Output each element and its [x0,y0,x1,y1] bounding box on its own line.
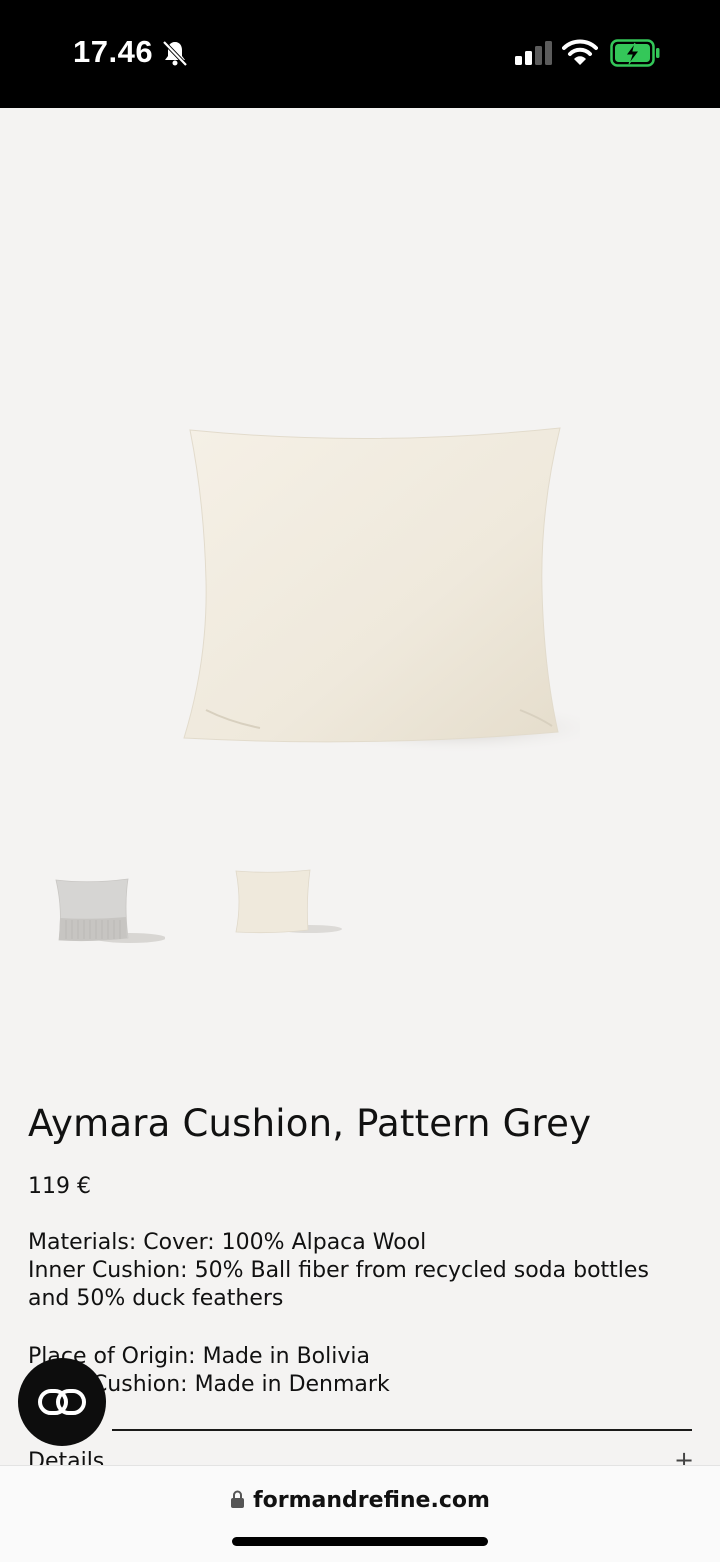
link-icon [38,1389,86,1415]
browser-address-bar[interactable]: formandrefine.com [0,1465,720,1562]
status-time: 17.46 [73,34,154,69]
section-divider [112,1429,692,1431]
product-price: 119 € [28,1174,91,1199]
url-text: formandrefine.com [253,1488,490,1513]
bell-muted-icon [162,40,188,67]
thumbnail-cream[interactable] [228,862,343,942]
product-title: Aymara Cushion, Pattern Grey [28,1102,592,1145]
materials-line: Inner Cushion: 50% Ball fiber from recyc… [28,1258,649,1283]
materials-line: Materials: Cover: 100% Alpaca Wool [28,1230,427,1255]
status-bar: 17.46 [0,0,720,108]
floating-link-button[interactable] [18,1358,106,1446]
materials-line: and 50% duck feathers [28,1286,284,1311]
lock-icon [231,1490,245,1508]
url-display[interactable]: formandrefine.com [0,1488,720,1513]
wifi-icon [562,39,598,65]
battery-charging-icon [610,39,660,67]
home-indicator[interactable] [232,1537,488,1546]
signal-icon [515,41,552,65]
product-image[interactable] [160,410,580,760]
thumbnail-pattern-grey[interactable] [50,870,165,950]
